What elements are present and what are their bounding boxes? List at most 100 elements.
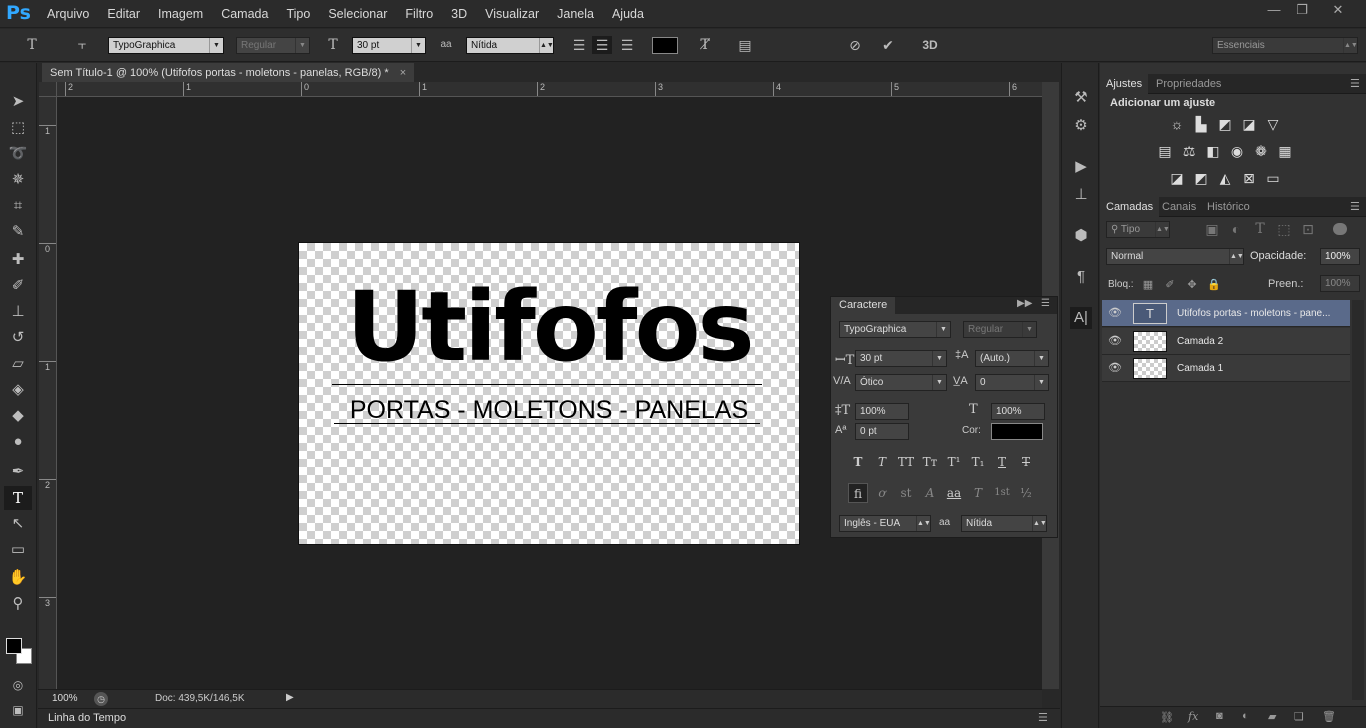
stylistic-alternates-icon[interactable]: aa bbox=[944, 483, 964, 503]
crop-tool-icon[interactable]: ⌗ bbox=[4, 194, 32, 218]
link-layers-icon[interactable]: ⛓ bbox=[1160, 711, 1174, 724]
document-tab[interactable]: Sem Título-1 @ 100% (Utifofos portas - m… bbox=[42, 63, 415, 83]
hue-saturation-icon[interactable]: ▤ bbox=[1155, 142, 1175, 160]
menu-filtro[interactable]: Filtro bbox=[396, 0, 442, 28]
layer-name[interactable]: Utifofos portas - moletons - pane... bbox=[1177, 300, 1337, 327]
filter-shape-icon[interactable]: ⬚ bbox=[1274, 220, 1294, 238]
font-family-select[interactable]: TypoGraphica ▼ bbox=[108, 37, 224, 54]
panel-menu-icon[interactable]: ☰ bbox=[1041, 298, 1050, 309]
char-vscale-field[interactable]: 100% bbox=[855, 403, 909, 420]
all-caps-icon[interactable]: TT bbox=[896, 452, 916, 472]
invert-icon[interactable]: ◪ bbox=[1167, 169, 1187, 187]
text-tool-preset-icon[interactable]: T bbox=[22, 36, 42, 54]
strikethrough-icon[interactable]: T bbox=[1016, 452, 1036, 472]
visibility-eye-icon[interactable]: 👁 bbox=[1108, 361, 1122, 374]
fractions-icon[interactable]: ½ bbox=[1016, 483, 1036, 503]
layer-row[interactable]: 👁 Camada 2 bbox=[1102, 328, 1350, 355]
color-lookup-icon[interactable]: ▦ bbox=[1275, 142, 1295, 160]
exposure-icon[interactable]: ◪ bbox=[1239, 115, 1259, 133]
panel-menu-icon[interactable]: ☰ bbox=[1038, 711, 1048, 724]
opacity-field[interactable]: 100% bbox=[1320, 248, 1360, 265]
menu-tipo[interactable]: Tipo bbox=[277, 0, 319, 28]
character-panel-toggle-icon[interactable]: ▤ bbox=[735, 36, 755, 54]
new-adjustment-icon[interactable]: ◐ bbox=[1242, 710, 1249, 722]
selective-color-icon[interactable]: ⊠ bbox=[1239, 169, 1259, 187]
brightness-icon[interactable]: ☼ bbox=[1167, 115, 1187, 133]
faux-italic-icon[interactable]: T bbox=[872, 452, 892, 472]
headline-text[interactable]: Utifofos bbox=[329, 277, 769, 377]
layer-row[interactable]: 👁 T Utifofos portas - moletons - pane... bbox=[1102, 300, 1350, 327]
foreground-color-swatch[interactable] bbox=[6, 638, 22, 654]
char-baseline-field[interactable]: 0 pt bbox=[855, 423, 909, 440]
align-left-icon[interactable]: ☰ bbox=[569, 36, 589, 54]
tab-ajustes[interactable]: Ajustes bbox=[1100, 74, 1149, 94]
restore-button[interactable]: ❐ bbox=[1288, 2, 1316, 18]
zoom-level[interactable]: 100% bbox=[52, 693, 78, 704]
character-panel-title[interactable]: Caractere bbox=[831, 297, 896, 314]
document-canvas[interactable]: Utifofos PORTAS - MOLETONS - PANELAS bbox=[299, 243, 799, 544]
discretionary-ligatures-icon[interactable]: st bbox=[896, 483, 916, 503]
close-tab-icon[interactable]: × bbox=[400, 67, 406, 79]
add-mask-icon[interactable]: ◙ bbox=[1216, 710, 1223, 722]
char-tracking-field[interactable]: 0 ▼ bbox=[975, 374, 1049, 391]
font-size-select[interactable]: 30 pt ▼ bbox=[352, 37, 426, 54]
photo-filter-icon[interactable]: ◉ bbox=[1227, 142, 1247, 160]
ligatures-icon[interactable]: ﬁ bbox=[848, 483, 868, 503]
clone-source-icon[interactable]: ⊥ bbox=[1070, 184, 1092, 206]
layer-name[interactable]: Camada 2 bbox=[1177, 328, 1337, 355]
rectangle-tool-icon[interactable]: ▭ bbox=[4, 538, 32, 562]
menu-ajuda[interactable]: Ajuda bbox=[603, 0, 653, 28]
menu-janela[interactable]: Janela bbox=[548, 0, 603, 28]
clone-stamp-icon[interactable]: ⊥ bbox=[4, 300, 32, 324]
font-style-select[interactable]: Regular ▼ bbox=[236, 37, 310, 54]
menu-visualizar[interactable]: Visualizar bbox=[476, 0, 548, 28]
screen-mode-icon[interactable]: ▣ bbox=[4, 698, 32, 722]
dodge-tool-icon[interactable]: ● bbox=[4, 430, 32, 454]
filter-type-icon[interactable]: T bbox=[1250, 220, 1270, 238]
visibility-eye-icon[interactable]: 👁 bbox=[1108, 334, 1122, 347]
zoom-tool-icon[interactable]: ⚲ bbox=[4, 592, 32, 616]
filter-toggle[interactable] bbox=[1333, 223, 1347, 235]
lock-all-icon[interactable]: 🔒 bbox=[1204, 276, 1224, 294]
brush-tool-icon[interactable]: ✐ bbox=[4, 274, 32, 298]
hand-tool-icon[interactable]: ✋ bbox=[4, 566, 32, 590]
underline-icon[interactable]: T bbox=[992, 452, 1012, 472]
actions-play-icon[interactable]: ▶ bbox=[1070, 156, 1092, 178]
close-window-button[interactable]: ✕ bbox=[1324, 2, 1352, 18]
ruler-origin[interactable] bbox=[39, 82, 57, 97]
status-menu-arrow-icon[interactable]: ▶ bbox=[286, 692, 294, 703]
vibrance-icon[interactable]: ▽ bbox=[1263, 115, 1283, 133]
filter-adjustment-icon[interactable]: ◐ bbox=[1226, 220, 1246, 238]
channel-mixer-icon[interactable]: ❁ bbox=[1251, 142, 1271, 160]
healing-brush-icon[interactable]: ✚ bbox=[4, 248, 32, 272]
menu-imagem[interactable]: Imagem bbox=[149, 0, 212, 28]
char-antialias-select[interactable]: Nítida ▲▼ bbox=[961, 515, 1047, 532]
text-color-swatch[interactable] bbox=[652, 37, 678, 54]
menu-3d[interactable]: 3D bbox=[442, 0, 476, 28]
small-caps-icon[interactable]: Tт bbox=[920, 452, 940, 472]
ordinals-icon[interactable]: 1st bbox=[992, 483, 1012, 503]
lock-transparent-icon[interactable]: ▦ bbox=[1138, 276, 1158, 294]
new-layer-icon[interactable]: ❏ bbox=[1294, 710, 1304, 723]
tab-historico[interactable]: Histórico bbox=[1201, 197, 1256, 217]
align-center-icon[interactable]: ☰ bbox=[592, 36, 612, 54]
threshold-icon[interactable]: ◭ bbox=[1215, 169, 1235, 187]
lock-pixels-icon[interactable]: ✐ bbox=[1160, 276, 1180, 294]
blur-tool-icon[interactable]: ◆ bbox=[4, 404, 32, 428]
char-size-field[interactable]: 30 pt ▼ bbox=[855, 350, 947, 367]
character-panel-icon[interactable]: A| bbox=[1070, 307, 1092, 329]
brush-presets-icon[interactable]: ⚙ bbox=[1070, 115, 1092, 137]
lasso-tool-icon[interactable]: ➰ bbox=[4, 142, 32, 166]
faux-bold-icon[interactable]: T bbox=[848, 452, 868, 472]
commit-edit-icon[interactable]: ✔ bbox=[878, 36, 898, 54]
3d-icon[interactable]: ⬢ bbox=[1070, 225, 1092, 247]
char-font-style-select[interactable]: Regular ▼ bbox=[963, 321, 1037, 338]
levels-icon[interactable]: ▙ bbox=[1191, 115, 1211, 133]
panel-menu-icon[interactable]: ☰ bbox=[1350, 200, 1360, 213]
char-kerning-select[interactable]: Ótico ▼ bbox=[855, 374, 947, 391]
tab-camadas[interactable]: Camadas bbox=[1100, 197, 1160, 217]
superscript-icon[interactable]: T¹ bbox=[944, 452, 964, 472]
eraser-icon[interactable]: ▱ bbox=[4, 352, 32, 376]
titling-icon[interactable]: T bbox=[968, 483, 988, 503]
curves-icon[interactable]: ◩ bbox=[1215, 115, 1235, 133]
